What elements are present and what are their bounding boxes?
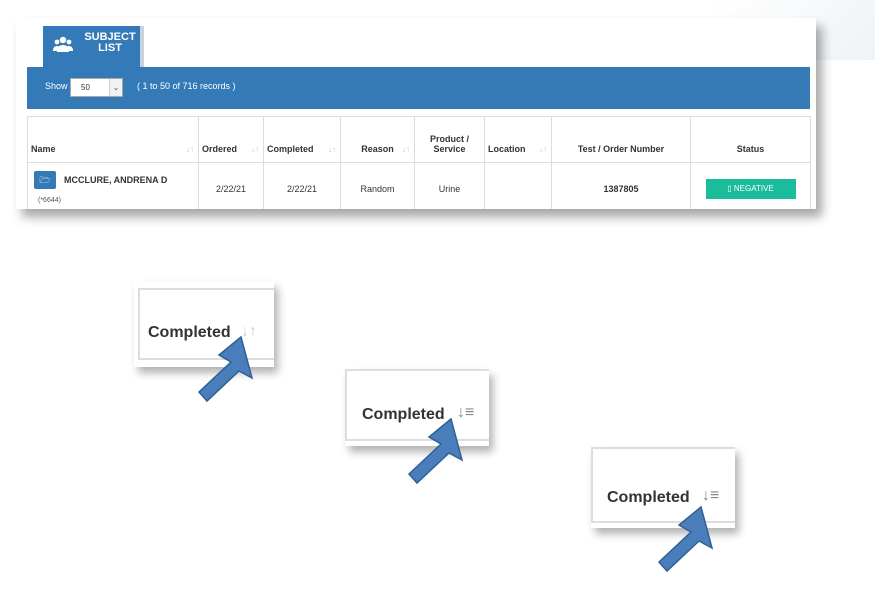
tab-label: SUBJECT LIST (84, 31, 136, 54)
reason-cell: Random (340, 162, 415, 209)
table-row: 🗁 MCCLURE, ANDRENA D (*6644) 2/22/21 2/2… (27, 162, 811, 209)
folder-open-icon[interactable]: 🗁 (34, 171, 56, 189)
sort-icon[interactable]: ↓↑ (186, 145, 194, 154)
sort-icon[interactable]: ↓↑ (402, 145, 410, 154)
sort-icon[interactable]: ↓↑ (328, 145, 336, 154)
chevron-down-icon: ⌄ (109, 79, 122, 96)
column-header-completed[interactable]: Completed ↓↑ (263, 116, 341, 163)
subject-list-panel: SUBJECT LIST Show 50 ⌄ ( 1 to 50 of 716 r… (16, 18, 816, 209)
name-cell: 🗁 MCCLURE, ANDRENA D (*6644) (27, 162, 199, 209)
column-header-name[interactable]: Name ↓↑ (27, 116, 199, 163)
order-number-cell: 1387805 (551, 162, 691, 209)
sort-descending-icon: ↓≡ (702, 487, 720, 504)
completed-cell: 2/22/21 (263, 162, 341, 209)
column-header-product: Product / Service (414, 116, 485, 163)
subject-id: (*6644) (38, 197, 61, 204)
ordered-cell: 2/22/21 (198, 162, 264, 209)
show-label: Show (45, 81, 68, 91)
column-header-test-order: Test / Order Number (551, 116, 691, 163)
product-cell: Urine (414, 162, 485, 209)
records-count: ( 1 to 50 of 716 records ) (137, 81, 236, 91)
list-toolbar: Show 50 ⌄ ( 1 to 50 of 716 records ) (27, 67, 810, 109)
pointer-arrow (657, 505, 714, 573)
subject-name[interactable]: MCCLURE, ANDRENA D (64, 175, 167, 185)
document-icon: ▯ (727, 184, 732, 193)
page-size-select[interactable]: 50 ⌄ (70, 78, 123, 97)
subject-table: Name ↓↑ Ordered ↓↑ Completed ↓↑ Reason ↓… (27, 116, 811, 209)
status-cell: ▯ NEGATIVE (690, 162, 811, 209)
users-icon (53, 36, 73, 57)
pointer-arrow (407, 417, 464, 485)
tab-subject-list[interactable]: SUBJECT LIST (43, 26, 144, 67)
status-badge[interactable]: ▯ NEGATIVE (705, 179, 796, 199)
column-header-reason[interactable]: Reason ↓↑ (340, 116, 415, 163)
column-header-status: Status (690, 116, 811, 163)
status-text: NEGATIVE (733, 184, 774, 193)
page-size-value: 50 (81, 83, 90, 92)
sort-icon[interactable]: ↓↑ (539, 145, 547, 154)
column-header-location[interactable]: Location ↓↑ (484, 116, 552, 163)
pointer-arrow (197, 335, 254, 403)
location-cell (484, 162, 552, 209)
column-header-ordered[interactable]: Ordered ↓↑ (198, 116, 264, 163)
sort-icon[interactable]: ↓↑ (251, 145, 259, 154)
table-header-row: Name ↓↑ Ordered ↓↑ Completed ↓↑ Reason ↓… (27, 116, 811, 163)
